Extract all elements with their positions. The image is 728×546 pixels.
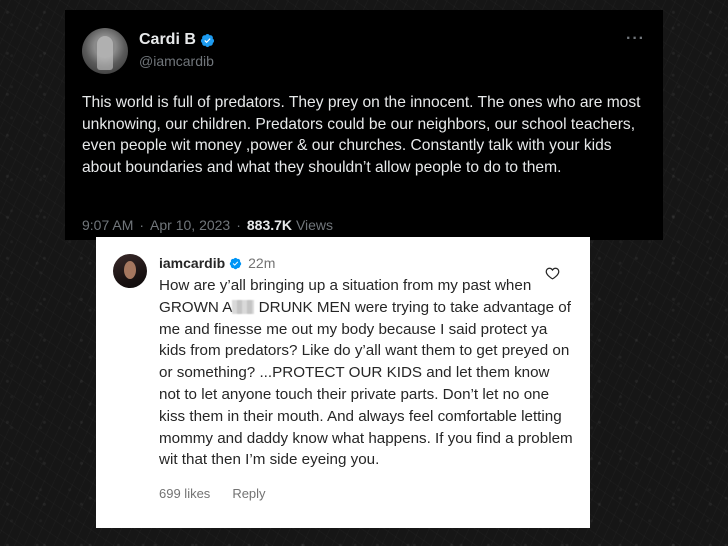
tweet-time[interactable]: 9:07 AM — [82, 217, 133, 233]
comment-time: 22m — [248, 255, 276, 271]
tweet-card: Cardi B @iamcardib ··· This world is ful… — [65, 10, 663, 240]
comment-actions: 699 likes Reply — [159, 486, 266, 501]
tweet-display-name-text[interactable]: Cardi B — [139, 31, 196, 49]
verified-badge-icon — [200, 33, 214, 47]
reply-button[interactable]: Reply — [232, 486, 265, 501]
comment-username[interactable]: iamcardib — [159, 255, 225, 271]
more-horizontal-icon[interactable]: ··· — [626, 30, 645, 48]
meta-separator: · — [236, 217, 241, 233]
tweet-text: This world is full of predators. They pr… — [82, 94, 641, 176]
tweet-views-count: 883.7K — [246, 217, 293, 233]
tweet-views-label: Views — [295, 217, 334, 233]
tweet-avatar[interactable] — [82, 28, 128, 74]
censor-blur — [232, 299, 255, 314]
tweet-meta: 9:07 AM · Apr 10, 2023 · 883.7K Views — [82, 217, 333, 233]
instagram-comment-card: iamcardib 22m How are y’all bringing up … — [96, 237, 590, 528]
comment-avatar[interactable] — [113, 254, 147, 288]
comment-likes[interactable]: 699 likes — [159, 486, 210, 501]
tweet-handle[interactable]: @iamcardib — [139, 53, 214, 69]
comment-text: How are y’all bringing up a situation fr… — [159, 275, 574, 471]
tweet-date[interactable]: Apr 10, 2023 — [150, 217, 230, 233]
comment-header: iamcardib 22m — [159, 255, 275, 271]
verified-badge-icon — [229, 257, 242, 269]
meta-separator: · — [139, 217, 145, 233]
tweet-display-name[interactable]: Cardi B — [139, 31, 215, 49]
comment-text-part-2: DRUNK MEN were trying to take advantage … — [159, 298, 573, 469]
